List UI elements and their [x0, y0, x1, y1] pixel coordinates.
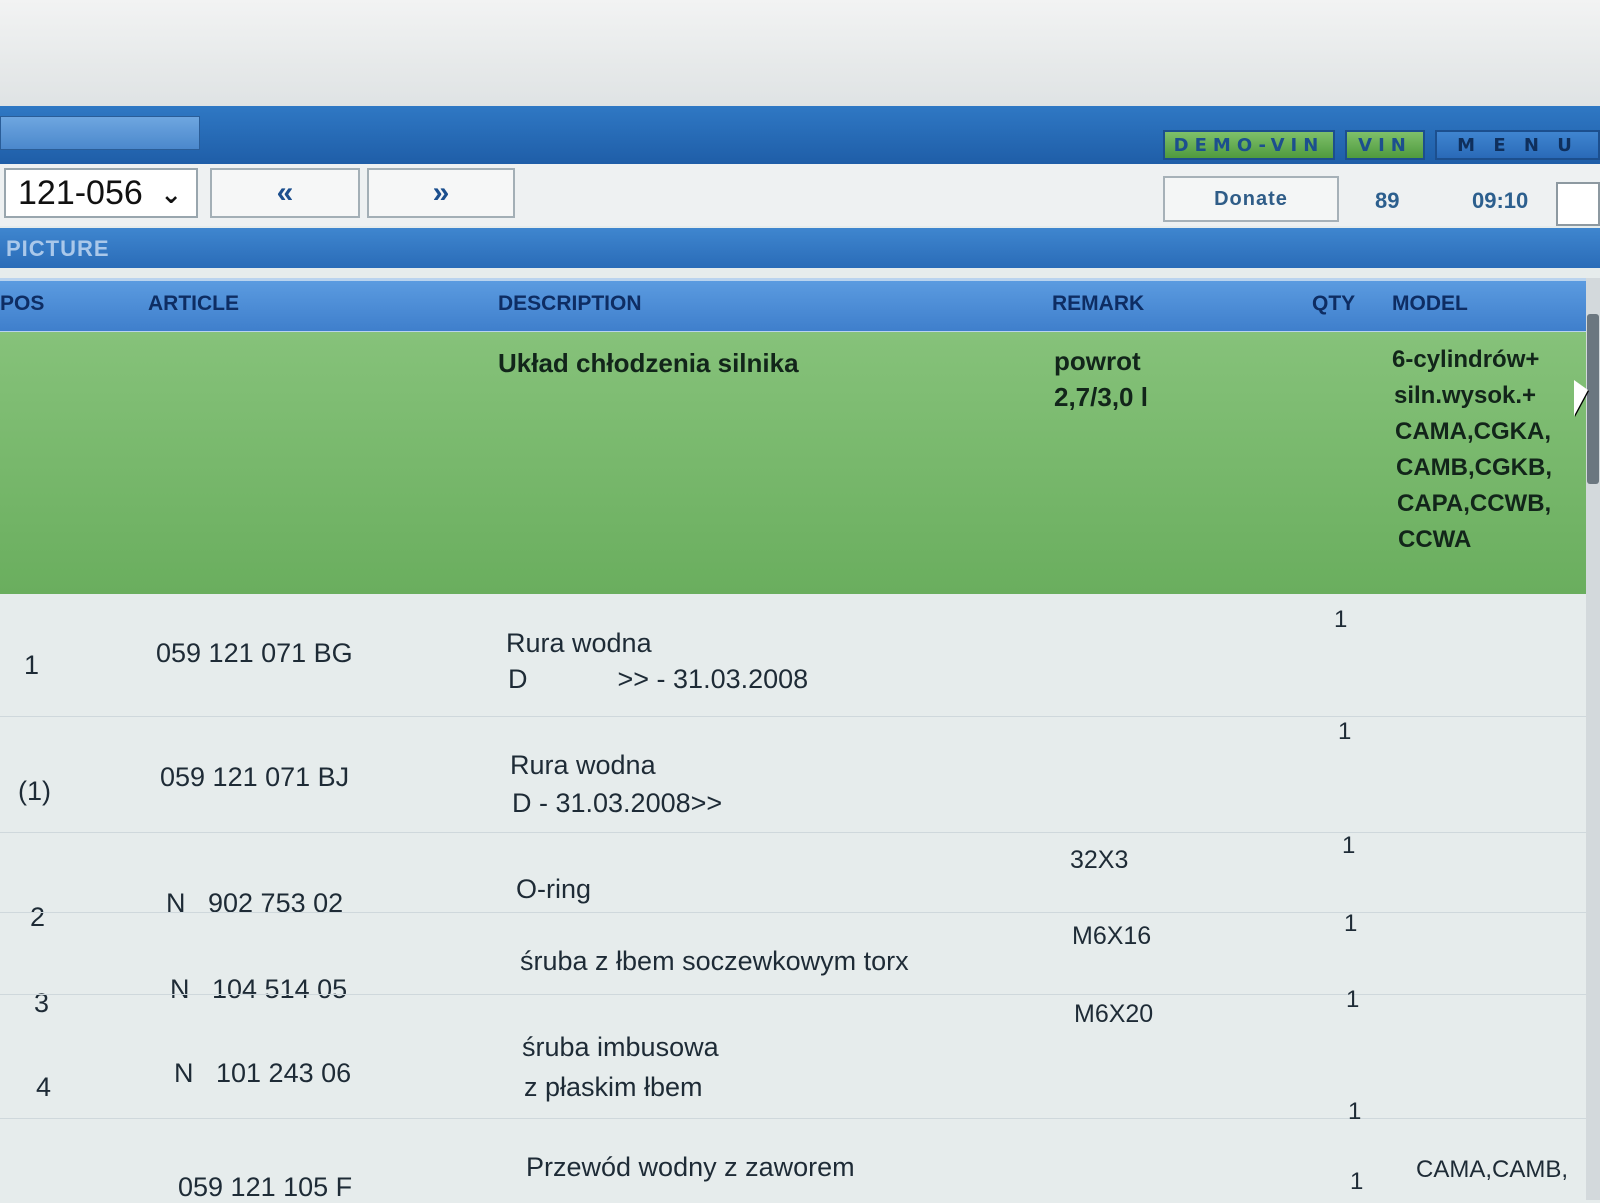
- scrollbar-thumb[interactable]: [1587, 314, 1599, 484]
- title-field: [0, 116, 200, 150]
- row-qty: 1: [1350, 1168, 1364, 1195]
- corner-checkbox[interactable]: [1556, 182, 1600, 226]
- clock-time: 09:10: [1472, 188, 1529, 213]
- row-remark: M6X20: [1074, 1000, 1154, 1028]
- group-select[interactable]: 121-056 ⌄: [4, 168, 198, 218]
- column-header-remark[interactable]: REMARK: [1052, 292, 1144, 316]
- next-button[interactable]: »: [367, 168, 515, 218]
- section-bar: [0, 228, 1600, 268]
- picture-tab[interactable]: PICTURE: [6, 236, 110, 262]
- group-model-line: CCWA: [1398, 526, 1472, 553]
- row-pos: 3: [34, 988, 50, 1018]
- row-qty: 1: [1338, 718, 1352, 745]
- group-description: Układ chłodzenia silnika: [498, 348, 799, 378]
- row-description-line2: z płaskim łbem: [524, 1072, 703, 1102]
- row-description: Rura wodna: [510, 750, 656, 780]
- row-description: O-ring: [516, 874, 592, 904]
- group-model-line: CAMA,CGKA,: [1395, 418, 1551, 445]
- group-model-line: CAPA,CCWB,: [1397, 490, 1552, 517]
- row-qty: 1: [1348, 1098, 1362, 1125]
- row-description: Rura wodna: [506, 628, 652, 658]
- double-chevron-left-icon: «: [276, 176, 294, 209]
- row-description: śruba imbusowa: [522, 1032, 719, 1062]
- double-chevron-right-icon: »: [432, 176, 450, 209]
- row-article[interactable]: N 101 243 06: [174, 1058, 351, 1089]
- column-header-description[interactable]: DESCRIPTION: [498, 292, 642, 316]
- column-header-pos[interactable]: POS: [0, 292, 44, 316]
- row-article[interactable]: N 104 514 05: [170, 974, 347, 1005]
- donate-button[interactable]: Donate: [1163, 176, 1339, 222]
- demo-vin-button[interactable]: DEMO-VIN: [1163, 130, 1335, 160]
- row-description-line2: D - 31.03.2008>>: [512, 788, 723, 818]
- chevron-down-icon: ⌄: [160, 179, 182, 209]
- column-header-article[interactable]: ARTICLE: [148, 292, 239, 316]
- row-divider: [0, 716, 1586, 717]
- row-description: śruba z łbem soczewkowym torx: [520, 946, 909, 976]
- row-pos: 2: [30, 902, 46, 932]
- group-model-line: CAMB,CGKB,: [1396, 454, 1552, 481]
- row-description-line2: D >> - 31.03.2008: [508, 664, 809, 694]
- row-article[interactable]: 059 121 071 BJ: [160, 762, 349, 793]
- row-article[interactable]: N 902 753 02: [166, 888, 343, 919]
- counter-value: 89: [1375, 188, 1400, 213]
- group-model-line: 6-cylindrów+: [1392, 346, 1540, 373]
- row-pos: 1: [24, 650, 40, 680]
- row-model: CAMA,CAMB,: [1416, 1156, 1569, 1183]
- row-article[interactable]: 059 121 071 BG: [156, 638, 353, 669]
- row-qty: 1: [1334, 606, 1348, 633]
- column-header-model[interactable]: MODEL: [1392, 292, 1468, 316]
- vin-button[interactable]: VIN: [1345, 130, 1425, 160]
- column-header-qty[interactable]: QTY: [1312, 292, 1355, 316]
- row-qty: 1: [1346, 986, 1360, 1013]
- group-remark-line: 2,7/3,0 l: [1054, 382, 1148, 412]
- previous-button[interactable]: «: [210, 168, 360, 218]
- row-qty: 1: [1342, 832, 1356, 859]
- row-article[interactable]: 059 121 105 F: [178, 1172, 352, 1203]
- mouse-pointer-icon: [1574, 380, 1588, 416]
- row-remark: M6X16: [1072, 922, 1152, 950]
- window-top-area: [0, 0, 1600, 106]
- row-description: Przewód wodny z zaworem: [526, 1152, 855, 1182]
- group-model-line: siln.wysok.+: [1394, 382, 1537, 409]
- row-pos: (1): [18, 776, 51, 806]
- row-qty: 1: [1344, 910, 1358, 937]
- menu-button[interactable]: M E N U: [1435, 130, 1600, 160]
- group-remark-line: powrot: [1054, 346, 1141, 376]
- row-pos: 4: [36, 1072, 52, 1102]
- group-select-value: 121-056: [18, 173, 143, 212]
- row-remark: 32X3: [1070, 846, 1129, 874]
